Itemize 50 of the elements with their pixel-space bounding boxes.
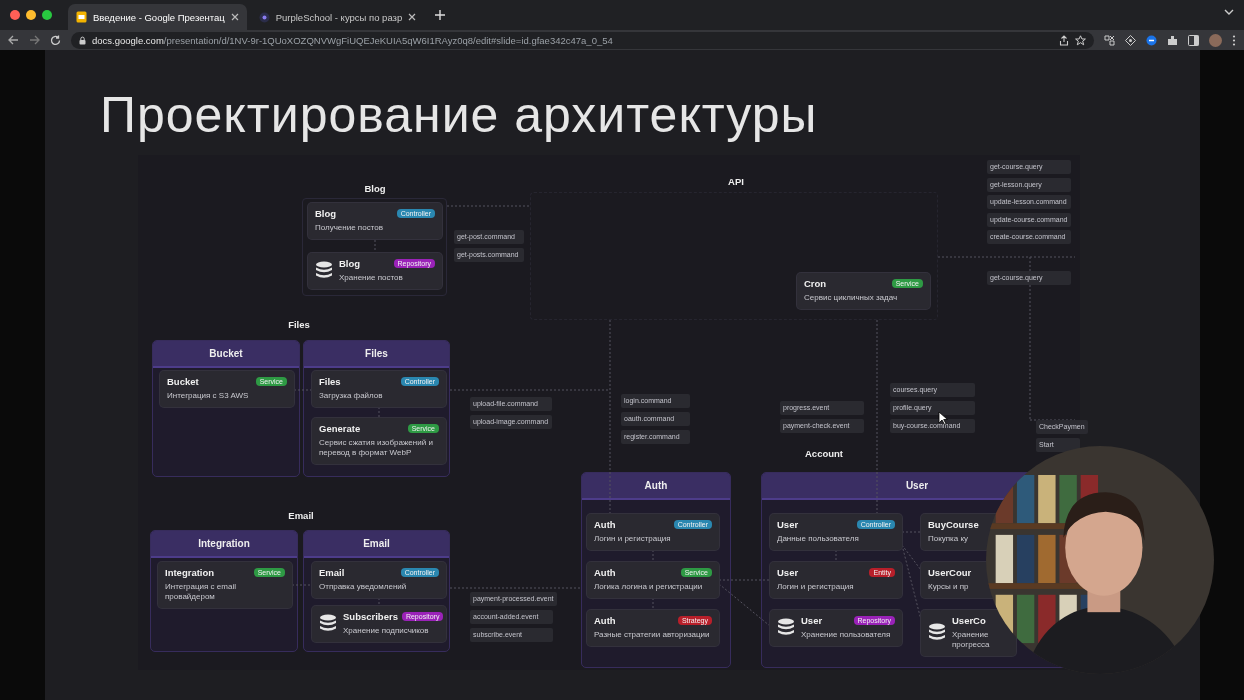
card-description: Курсы и пр <box>928 582 970 592</box>
card-title: Integration <box>165 567 215 578</box>
card-description: Хранение подписчиков <box>343 626 430 636</box>
group-label: Blog <box>364 183 386 194</box>
card-description: Интеграция с S3 AWS <box>167 391 250 401</box>
card-title: Cron <box>804 278 827 289</box>
browser-tab[interactable]: PurpleSchool - курсы по разр <box>250 4 425 30</box>
card-title: User <box>777 567 799 578</box>
card-description: Данные пользователя <box>777 534 860 544</box>
browser-tab[interactable]: Введение - Google Презентац <box>68 4 247 30</box>
module-title: Email <box>304 531 449 558</box>
card-title: Email <box>319 567 345 578</box>
card-description: Интеграция с email провайдером <box>165 582 237 602</box>
card-description: Логика логина и регистрации <box>594 582 704 592</box>
group-label: Files <box>288 319 310 330</box>
card-title: Auth <box>594 615 616 626</box>
module-title: Integration <box>151 531 297 558</box>
card-description: Логин и регистрация <box>594 534 672 544</box>
module-title: Files <box>304 341 449 368</box>
card-title: Blog <box>315 208 337 219</box>
card-title: Auth <box>594 567 616 578</box>
card-description: Отправка уведомлений <box>319 582 408 592</box>
card-description: Логин и регистрация <box>777 582 855 592</box>
card-description: Сервис цикличных задач <box>804 293 899 303</box>
card-description: Хранение пользователя <box>801 630 892 640</box>
slide-title: Проектирование архитектуры <box>100 86 818 144</box>
card-description: Покупка ку <box>928 534 970 544</box>
card-title: Generate <box>319 423 361 434</box>
card-description: Сервис сжатия изображений и перевод в формат WebP <box>319 438 434 458</box>
address-field[interactable]: docs.google.com/presentation/d/1NV-9r-1QUoXOZQNVWgFiUQEJeKUIA5qW6I1RAyz0q8/edit#slide=id.gfae342c47a_0_54 <box>71 31 1094 49</box>
card-title: UserCour <box>928 567 972 578</box>
card-title: Files <box>319 376 341 387</box>
card-description: Разные стратегии авторизации <box>594 630 711 640</box>
card-description: Получение постов <box>315 223 384 233</box>
module-title: Auth <box>582 473 730 500</box>
card-title: Auth <box>594 519 616 530</box>
card-title: User <box>777 519 799 530</box>
group-label: Email <box>288 510 314 521</box>
card-description: Хранение постов <box>339 273 404 283</box>
card-description: Хранение прогресса <box>952 630 991 650</box>
card-title: Blog <box>339 258 361 269</box>
card-title: User <box>801 615 823 626</box>
card-title: BuyCourse <box>928 519 979 530</box>
card-title: Subscribers <box>343 611 398 622</box>
group-label: Account <box>805 448 843 459</box>
group-label: API <box>728 176 744 187</box>
module-title: Bucket <box>153 341 299 368</box>
card-title: Bucket <box>167 376 199 387</box>
card-title: UserCo <box>952 615 986 626</box>
card-description: Загрузка файлов <box>319 391 384 401</box>
